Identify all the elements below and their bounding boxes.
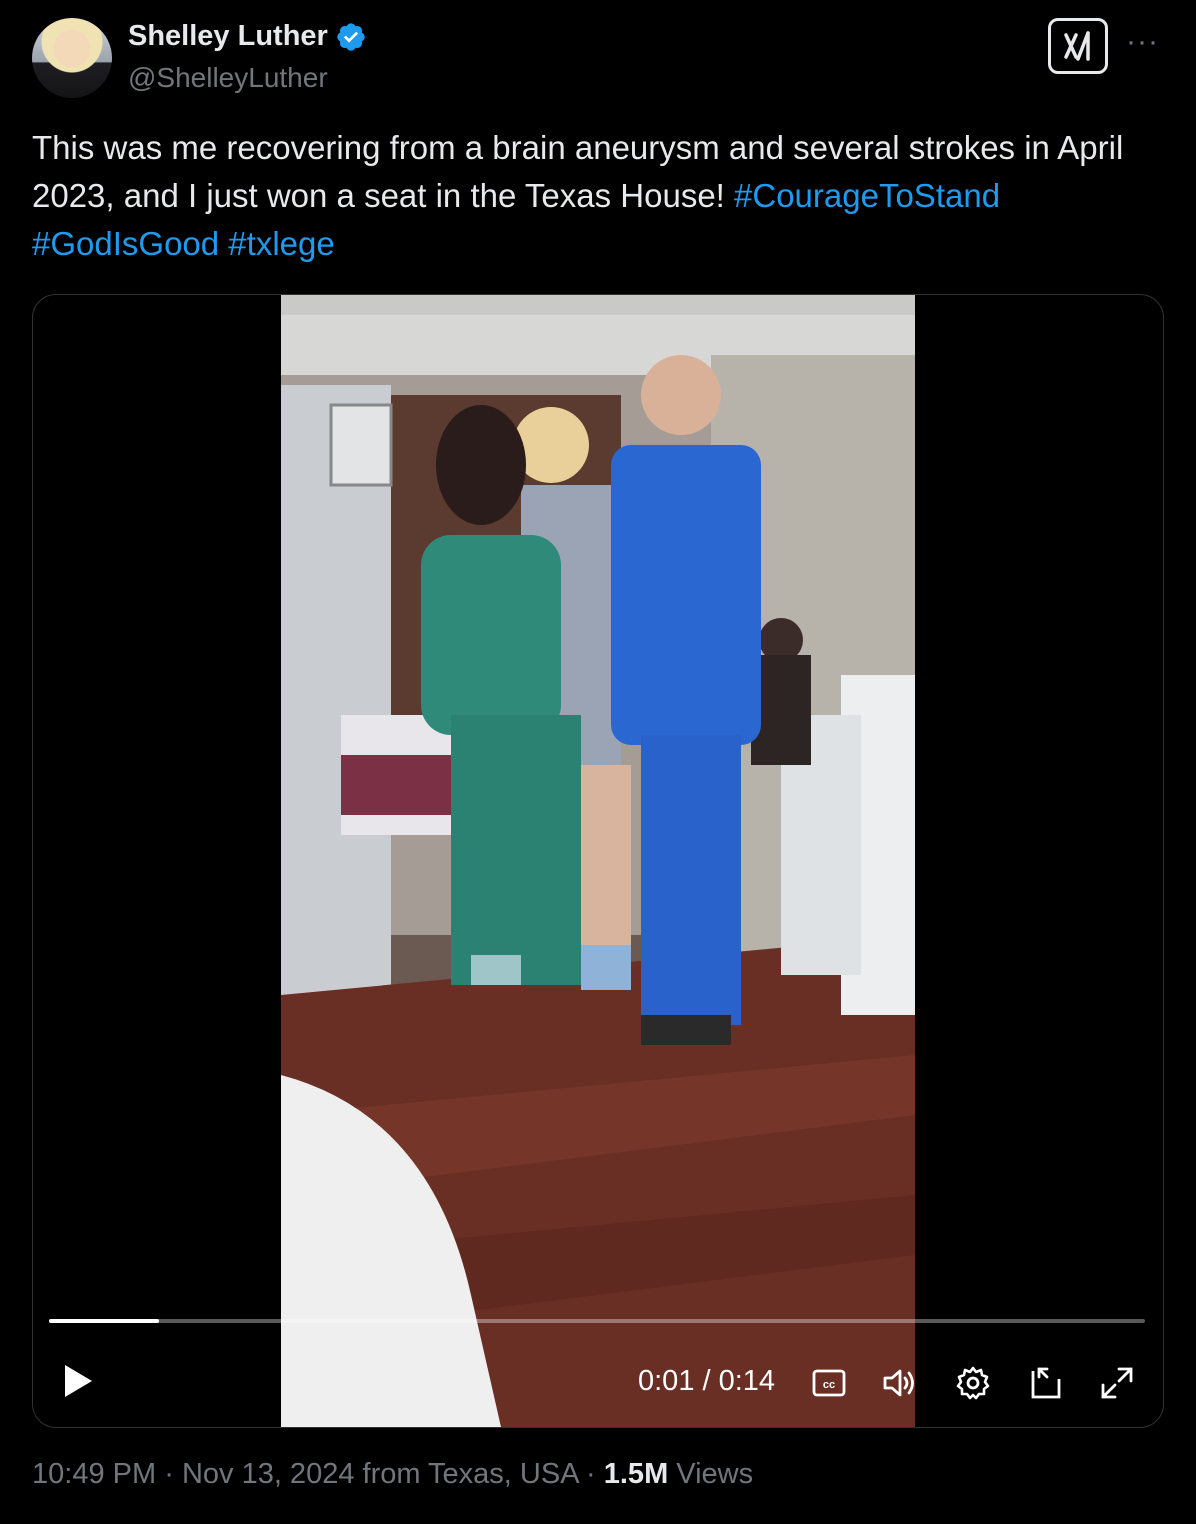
video-player[interactable]: 0:01 / 0:14 cc: [32, 294, 1164, 1428]
author-name[interactable]: Shelley Luther: [128, 20, 328, 53]
more-options-icon[interactable]: ···: [1126, 24, 1159, 60]
play-icon[interactable]: [61, 1363, 95, 1399]
video-time-display: 0:01 / 0:14: [638, 1365, 776, 1397]
avatar[interactable]: [32, 18, 112, 98]
grok-button[interactable]: [1048, 18, 1108, 74]
svg-text:cc: cc: [823, 1379, 835, 1391]
author-name-row: Shelley Luther: [128, 20, 367, 53]
views-count: 1.5M: [603, 1458, 669, 1490]
separator: ·: [164, 1458, 174, 1490]
settings-icon[interactable]: [953, 1363, 993, 1403]
video-still: [281, 295, 915, 1427]
hashtag-link[interactable]: #CourageToStand: [734, 177, 1000, 214]
hashtag-link[interactable]: #txlege: [228, 225, 334, 262]
author-handle[interactable]: @ShelleyLuther: [128, 62, 328, 94]
tweet-date[interactable]: Nov 13, 2024: [182, 1458, 355, 1490]
verified-badge-icon: [337, 22, 365, 51]
video-controls: 0:01 / 0:14 cc: [33, 1351, 1163, 1411]
video-time: 0:01 / 0:14: [638, 1365, 775, 1398]
video-progress-bar[interactable]: [49, 1319, 1145, 1323]
grok-icon: [1064, 31, 1090, 61]
tweet-header: Shelley Luther @ShelleyLuther ···: [32, 18, 1164, 102]
views-label: Views: [676, 1458, 754, 1490]
video-frame[interactable]: [281, 295, 915, 1427]
fullscreen-icon[interactable]: [1097, 1363, 1137, 1403]
video-progress-fill: [49, 1319, 159, 1323]
captions-icon[interactable]: cc: [809, 1363, 849, 1403]
tweet-meta: 10:49 PM · Nov 13, 2024 from Texas, USA …: [32, 1458, 753, 1491]
volume-icon[interactable]: [881, 1363, 921, 1403]
hashtag-link[interactable]: #GodIsGood: [32, 225, 219, 262]
tweet-time[interactable]: 10:49 PM: [32, 1458, 156, 1490]
separator: ·: [586, 1458, 596, 1490]
picture-in-picture-icon[interactable]: [1027, 1363, 1067, 1403]
tweet-location: from Texas, USA: [362, 1458, 578, 1490]
tweet-text: This was me recovering from a brain aneu…: [32, 124, 1162, 268]
